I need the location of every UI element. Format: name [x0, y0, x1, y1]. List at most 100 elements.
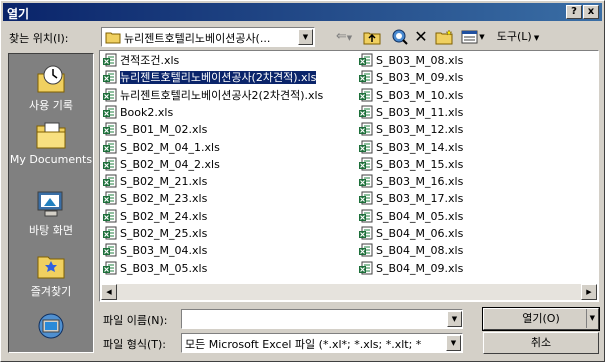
file-item[interactable]: S_B03_M_05.xls — [103, 261, 207, 277]
excel-file-icon — [359, 70, 373, 84]
file-item[interactable]: S_B03_M_14.xls — [359, 140, 463, 156]
excel-file-icon — [359, 191, 373, 205]
open-dropdown-icon[interactable]: ▼ — [585, 309, 595, 328]
file-name: S_B03_M_12.xls — [376, 123, 464, 137]
up-folder-icon — [363, 32, 381, 45]
file-name: 뉴리젠트호텔리노베이션공사2(2차견적).xls — [120, 88, 324, 102]
tools-dropdown-icon: ▼ — [531, 34, 540, 42]
file-name: S_B03_M_10.xls — [376, 88, 464, 102]
file-item[interactable]: S_B03_M_17.xls — [359, 191, 463, 207]
search-web-button[interactable] — [390, 27, 410, 47]
file-item[interactable]: Book2.xls — [103, 105, 173, 121]
my-documents-icon — [36, 122, 66, 149]
file-list[interactable]: 견적조건.xls 뉴리젠트호텔리노베이션공사(2차견적).xls 뉴리젠트호텔리노베… — [99, 50, 599, 302]
filename-dropdown-arrow[interactable]: ▼ — [447, 311, 462, 327]
file-name: S_B04_M_05.xls — [376, 209, 464, 223]
file-name: S_B03_M_11.xls — [376, 105, 464, 119]
close-button[interactable]: x — [583, 5, 599, 19]
file-name: S_B02_M_21.xls — [120, 175, 208, 189]
file-item[interactable]: S_B04_M_05.xls — [359, 209, 463, 225]
file-item[interactable]: S_B04_M_06.xls — [359, 226, 463, 242]
file-item[interactable]: S_B03_M_10.xls — [359, 88, 463, 104]
excel-file-icon — [359, 209, 373, 223]
look-in-dropdown-arrow[interactable]: ▼ — [298, 29, 313, 45]
excel-file-icon — [359, 261, 373, 275]
place-label: 즐겨찾기 — [30, 285, 72, 298]
file-name: S_B03_M_14.xls — [376, 140, 464, 154]
new-folder-button[interactable] — [434, 27, 454, 47]
file-name: S_B02_M_04_1.xls — [120, 140, 220, 154]
horizontal-scrollbar[interactable]: ◀ ▶ — [101, 284, 597, 300]
file-name: S_B03_M_09.xls — [376, 71, 464, 85]
file-name: S_B02_M_04_2.xls — [120, 157, 220, 171]
search-web-icon — [392, 29, 408, 45]
views-button[interactable]: ▼ — [458, 27, 488, 47]
filename-input[interactable] — [181, 309, 463, 329]
filetype-value: 모든 Microsoft Excel 파일 (*.xl*; *.xls; *.x… — [185, 338, 422, 351]
place-my-documents[interactable]: My Documents — [9, 120, 93, 166]
new-folder-icon — [435, 29, 453, 45]
delete-icon: ✕ — [414, 27, 428, 46]
excel-file-icon — [103, 261, 117, 275]
excel-file-icon — [103, 105, 117, 119]
file-item[interactable]: S_B03_M_16.xls — [359, 174, 463, 190]
place-label: 사용 기록 — [29, 99, 73, 112]
excel-file-icon — [103, 157, 117, 171]
filetype-dropdown-arrow[interactable]: ▼ — [446, 335, 461, 351]
place-desktop[interactable]: 바탕 화면 — [9, 189, 93, 238]
file-name: S_B03_M_16.xls — [376, 175, 464, 189]
title-bar[interactable]: 열기 ? x — [3, 3, 602, 21]
file-item[interactable]: S_B02_M_04_1.xls — [103, 140, 220, 156]
file-item[interactable]: S_B02_M_25.xls — [103, 226, 207, 242]
excel-file-icon — [103, 53, 117, 67]
excel-file-icon — [359, 226, 373, 240]
back-dropdown-icon: ▼ — [346, 34, 353, 42]
open-dialog: 열기 ? x 찾는 위치(I): 뉴리젠트호텔리노베이션공사(... ▼ ⇐▼ … — [0, 0, 605, 362]
look-in-combo[interactable]: 뉴리젠트호텔리노베이션공사(... ▼ — [101, 27, 315, 47]
file-item[interactable]: 뉴리젠트호텔리노베이션공사(2차견적).xls — [103, 70, 318, 86]
excel-file-icon — [103, 88, 117, 102]
places-bar: 사용 기록 My Documents 바탕 화면 즐겨찾기 — [8, 53, 94, 353]
up-folder-button[interactable] — [362, 27, 382, 47]
file-item[interactable]: S_B03_M_04.xls — [103, 243, 207, 259]
scroll-left-button[interactable]: ◀ — [101, 284, 117, 300]
place-label: 바탕 화면 — [29, 224, 73, 237]
filetype-combo[interactable]: 모든 Microsoft Excel 파일 (*.xl*; *.xls; *.x… — [181, 333, 463, 353]
file-item[interactable]: S_B03_M_12.xls — [359, 122, 463, 138]
tools-menu[interactable]: 도구(L) ▼ — [491, 27, 545, 47]
open-button[interactable]: 열기(O) ▼ — [482, 307, 600, 331]
folder-icon — [105, 32, 121, 44]
place-favorites[interactable]: 즐겨찾기 — [9, 250, 93, 299]
file-item[interactable]: S_B03_M_09.xls — [359, 70, 463, 86]
file-item[interactable]: S_B02_M_21.xls — [103, 174, 207, 190]
place-history[interactable]: 사용 기록 — [9, 64, 93, 113]
views-dropdown-icon: ▼ — [479, 33, 485, 41]
file-item[interactable]: S_B01_M_02.xls — [103, 122, 207, 138]
tools-label: 도구(L) — [496, 30, 532, 43]
file-item[interactable]: 뉴리젠트호텔리노베이션공사2(2차견적).xls — [103, 88, 323, 104]
place-network[interactable] — [9, 312, 93, 345]
excel-file-icon — [103, 226, 117, 240]
file-item[interactable]: S_B03_M_08.xls — [359, 53, 463, 69]
scroll-right-button[interactable]: ▶ — [581, 284, 597, 300]
excel-file-icon — [103, 70, 117, 84]
file-item[interactable]: S_B02_M_24.xls — [103, 209, 207, 225]
excel-file-icon — [359, 157, 373, 171]
delete-button[interactable]: ✕ — [413, 27, 429, 47]
help-button[interactable]: ? — [566, 5, 582, 19]
file-item[interactable]: S_B04_M_08.xls — [359, 243, 463, 259]
file-item[interactable]: 견적조건.xls — [103, 53, 179, 69]
back-button[interactable]: ⇐▼ — [331, 27, 357, 47]
look-in-label: 찾는 위치(I): — [9, 32, 69, 45]
cancel-button[interactable]: 취소 — [483, 332, 599, 354]
file-item[interactable]: S_B04_M_09.xls — [359, 261, 463, 277]
file-item[interactable]: S_B03_M_15.xls — [359, 157, 463, 173]
look-in-value: 뉴리젠트호텔리노베이션공사(... — [124, 32, 271, 45]
excel-file-icon — [359, 53, 373, 67]
file-item[interactable]: S_B02_M_23.xls — [103, 191, 207, 207]
excel-file-icon — [103, 209, 117, 223]
file-item[interactable]: S_B02_M_04_2.xls — [103, 157, 220, 173]
excel-file-icon — [359, 122, 373, 136]
file-item[interactable]: S_B03_M_11.xls — [359, 105, 463, 121]
file-name: S_B04_M_06.xls — [376, 227, 464, 240]
